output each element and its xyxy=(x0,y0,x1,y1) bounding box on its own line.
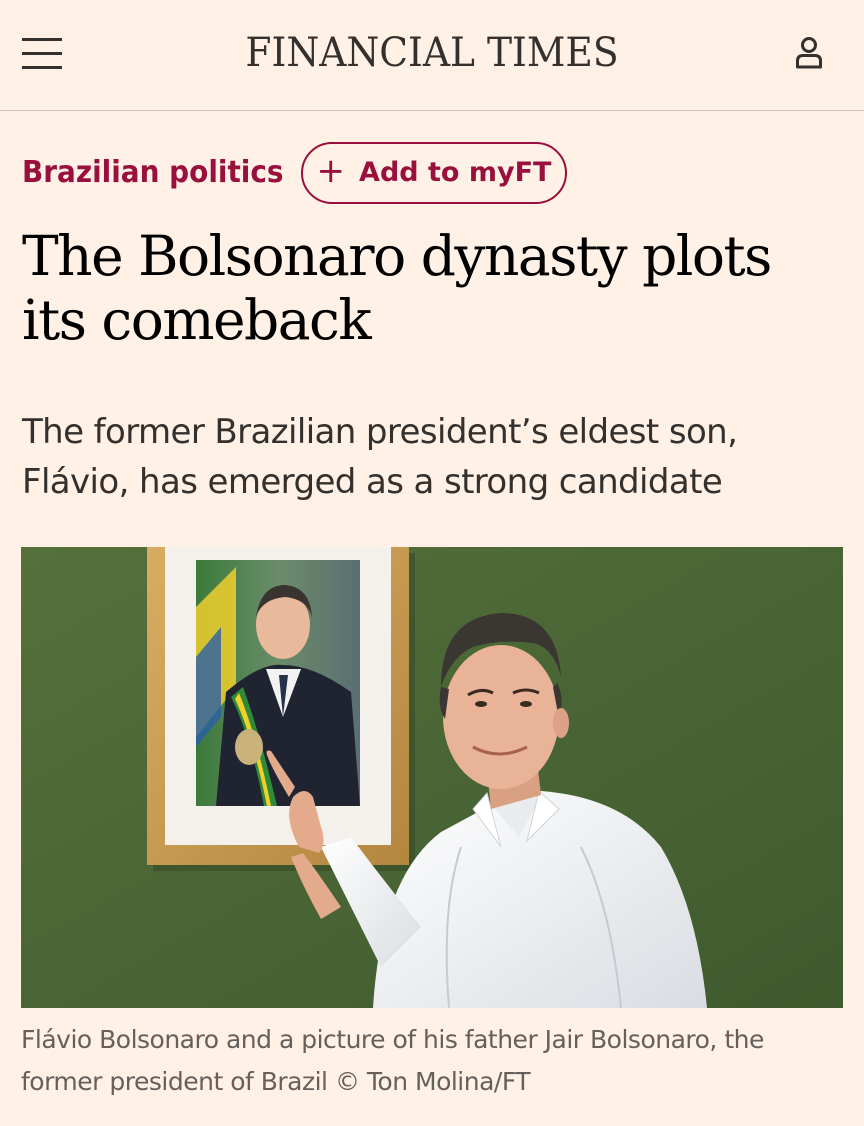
site-header: FINANCIAL TIMES xyxy=(0,0,864,111)
article-standfirst: The former Brazilian president’s eldest … xyxy=(22,412,738,502)
user-account-icon[interactable] xyxy=(794,36,824,70)
article-main-image xyxy=(21,547,843,1008)
add-to-myft-label: Add to myFT xyxy=(359,157,552,188)
topic-link[interactable]: Brazilian politics xyxy=(22,153,284,193)
image-caption: Flávio Bolsonaro and a picture of his fa… xyxy=(21,1025,764,1096)
site-logo[interactable]: FINANCIAL TIMES xyxy=(26,30,838,76)
article-headline: The Bolsonaro dynasty plots its comeback xyxy=(22,224,772,352)
add-to-myft-button[interactable]: + Add to myFT xyxy=(301,142,567,204)
plus-icon: + xyxy=(316,151,346,191)
